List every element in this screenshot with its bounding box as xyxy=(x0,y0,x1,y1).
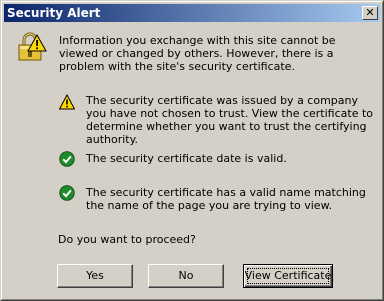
warning-icon xyxy=(59,94,75,110)
lock-warning-icon xyxy=(18,32,47,61)
window-title: Security Alert xyxy=(7,6,101,20)
proceed-question: Do you want to proceed? xyxy=(58,233,196,246)
close-button[interactable]: ✕ xyxy=(362,6,378,20)
check-icon xyxy=(59,185,75,201)
yes-button-label: Yes xyxy=(86,269,104,282)
check-icon xyxy=(59,151,75,167)
item-text-untrusted-issuer: The security certificate was issued by a… xyxy=(86,94,373,146)
yes-button[interactable]: Yes xyxy=(57,264,133,288)
close-icon: ✕ xyxy=(365,6,375,19)
view-certificate-button[interactable]: View Certificate xyxy=(243,264,333,288)
view-certificate-button-label: View Certificate xyxy=(244,269,332,282)
security-alert-dialog: Security Alert ✕ Information you exchang… xyxy=(0,0,384,301)
title-bar[interactable]: Security Alert ✕ xyxy=(4,4,380,22)
intro-text: Information you exchange with this site … xyxy=(59,34,336,73)
no-button-label: No xyxy=(178,269,194,282)
item-text-date-valid: The security certificate date is valid. xyxy=(86,152,287,165)
item-text-name-valid: The security certificate has a valid nam… xyxy=(86,186,366,212)
no-button[interactable]: No xyxy=(148,264,224,288)
